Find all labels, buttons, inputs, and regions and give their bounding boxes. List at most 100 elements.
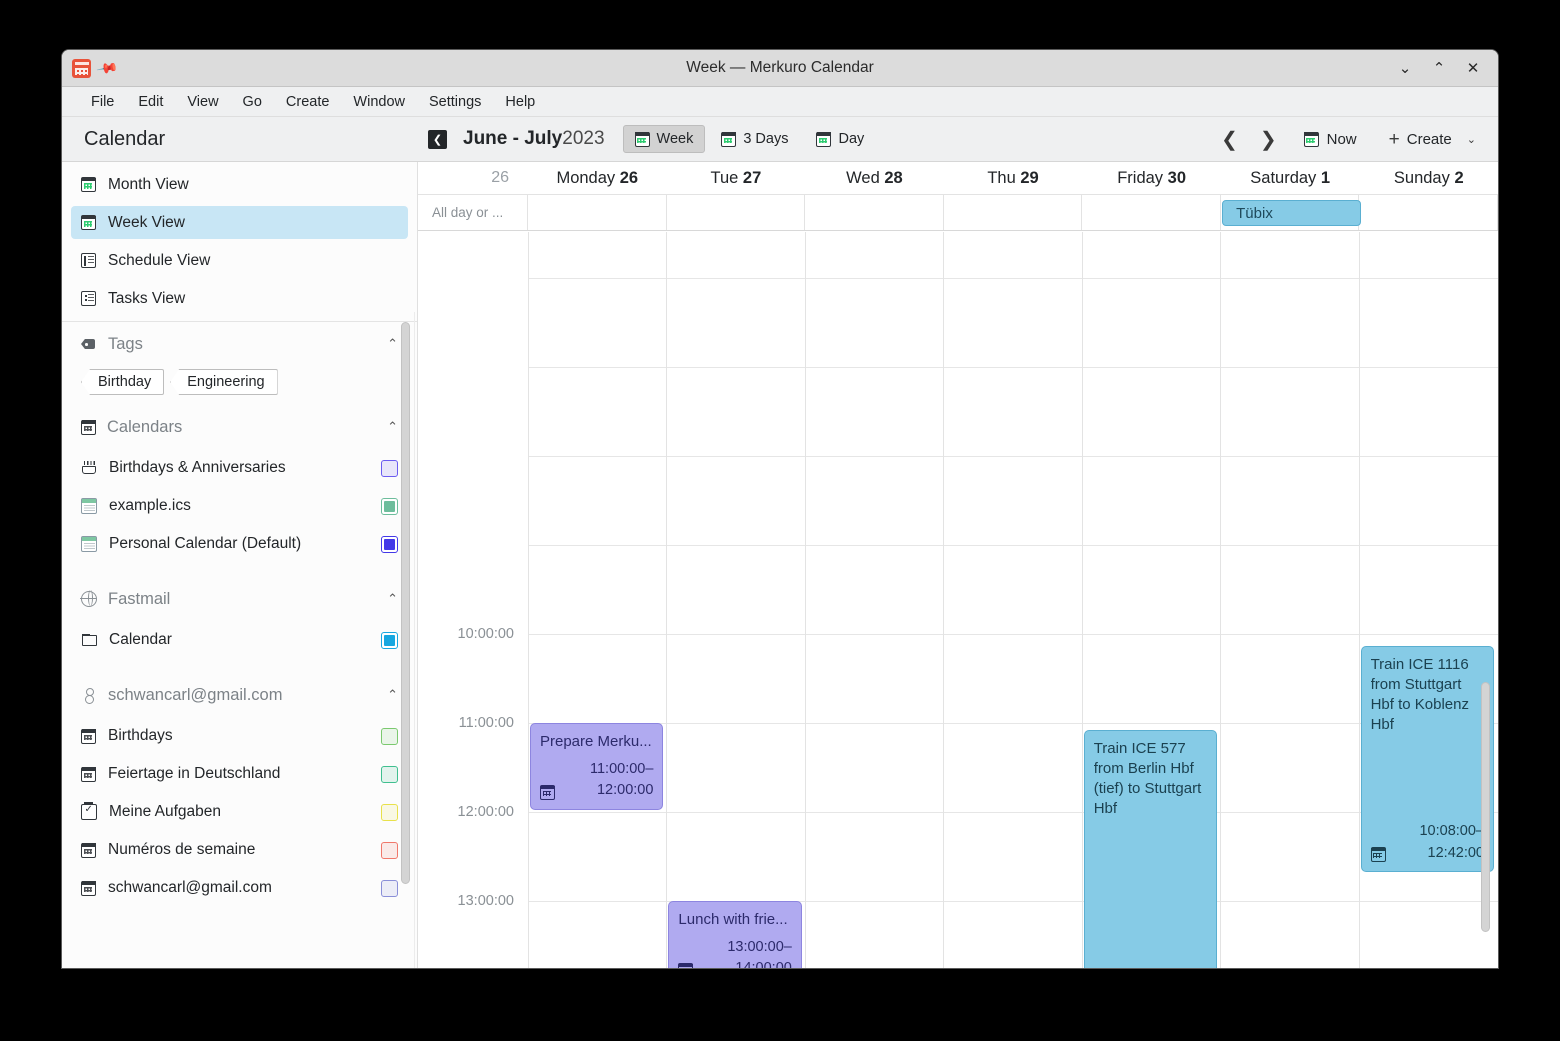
chevron-down-icon[interactable]: ⌄ (1467, 133, 1476, 146)
previous-week-button[interactable]: ❮ (1210, 125, 1249, 154)
minimize-icon[interactable]: ⌄ (1397, 61, 1413, 76)
day-number: 28 (884, 169, 902, 187)
calendar-color-swatch[interactable] (381, 728, 398, 745)
all-day-cell[interactable] (944, 195, 1083, 230)
calendar-item[interactable]: schwancarl@gmail.com (62, 869, 417, 907)
calendar-hour-grid: 10:00:0011:00:0012:00:0013:00:0014:00:00… (418, 232, 1498, 968)
menu-item-go[interactable]: Go (231, 91, 274, 113)
hour-gridline (528, 278, 1498, 279)
sidebar-item-week-view[interactable]: Week View (71, 206, 408, 239)
calendar-item[interactable]: Numéros de semaine (62, 831, 417, 869)
day-header-thu[interactable]: Thu 29 (944, 169, 1083, 188)
sidebar-item-label: Schedule View (108, 252, 210, 270)
event-title: Lunch with frie... (678, 910, 791, 930)
all-day-label: All day or ... (418, 195, 528, 230)
calendar-icon (635, 132, 650, 147)
all-day-cell[interactable] (805, 195, 944, 230)
calendar-item[interactable]: Calendar (62, 621, 417, 659)
tag-engineering[interactable]: Engineering (170, 369, 277, 395)
calendar-item[interactable]: Birthdays & Anniversaries (62, 449, 417, 487)
chevron-up-icon[interactable]: ⌃ (387, 687, 398, 703)
calendar-event[interactable]: Prepare Merku...11:00:00– 12:00:00 (530, 723, 663, 810)
next-week-button[interactable]: ❯ (1249, 125, 1288, 154)
chevron-up-icon[interactable]: ⌃ (387, 591, 398, 607)
day-name: Wed (846, 169, 884, 187)
sidebar-view-list: Month View Week View Schedule View Tasks Vi… (62, 162, 417, 315)
calendar-color-swatch[interactable] (381, 804, 398, 821)
section-header-fastmail[interactable]: Fastmail⌃ (62, 577, 417, 621)
calendar-item[interactable]: Feiertage in Deutschland (62, 755, 417, 793)
calendar-event[interactable]: Train ICE 1116 from Stuttgart Hbf to Kob… (1361, 646, 1494, 872)
calendar-color-swatch[interactable] (381, 632, 398, 649)
view-button-week[interactable]: Week (623, 125, 706, 153)
create-button[interactable]: + Create ⌄ (1381, 125, 1484, 154)
sidebar-item-month-view[interactable]: Month View (71, 168, 408, 201)
calendar-color-swatch[interactable] (381, 460, 398, 477)
close-icon[interactable]: ✕ (1465, 61, 1481, 76)
calendar-item-label: Birthdays & Anniversaries (109, 459, 286, 477)
calendar-item-label: Meine Aufgaben (109, 803, 221, 821)
day-column-divider (805, 232, 806, 968)
sidebar-item-schedule-view[interactable]: Schedule View (71, 244, 408, 277)
section-title: schwancarl@gmail.com (108, 686, 282, 705)
tag-birthday[interactable]: Birthday (81, 369, 164, 395)
menu-item-view[interactable]: View (175, 91, 230, 113)
calendar-color-swatch[interactable] (381, 498, 398, 515)
hour-gridline (528, 634, 1498, 635)
menu-item-window[interactable]: Window (341, 91, 417, 113)
calendar-item-label: Personal Calendar (Default) (109, 535, 301, 553)
all-day-cell[interactable] (1359, 195, 1498, 230)
day-header-wed[interactable]: Wed 28 (805, 169, 944, 188)
sidebar-item-tasks-view[interactable]: Tasks View (71, 282, 408, 315)
menu-item-edit[interactable]: Edit (126, 91, 175, 113)
all-day-cell[interactable] (667, 195, 806, 230)
event-footer: 13:00:00– 14:00:00 (678, 937, 791, 969)
list-bullets (85, 295, 87, 303)
section-header-calendars[interactable]: Calendars⌃ (62, 405, 417, 449)
calendar-scrollbar[interactable] (1481, 682, 1490, 932)
collapse-sidebar-button[interactable]: ❮ (428, 130, 447, 149)
calendar-item[interactable]: example.ics (62, 487, 417, 525)
calendar-item[interactable]: Personal Calendar (Default) (62, 525, 417, 563)
calendar-item-label: Feiertage in Deutschland (108, 765, 280, 783)
maximize-icon[interactable]: ⌃ (1431, 61, 1447, 76)
section-header-tags[interactable]: Tags⌃ (62, 322, 417, 366)
tasks-list-icon (81, 291, 96, 306)
section-header-schwancarl-gmail-com[interactable]: schwancarl@gmail.com ⌃ (62, 673, 417, 717)
calendar-item-label: Birthdays (108, 727, 173, 745)
hour-gridline (528, 723, 1498, 724)
calendar-color-swatch[interactable] (381, 766, 398, 783)
calendar-event[interactable]: Lunch with frie... 13:00:00– 14:00:00 (668, 901, 801, 968)
day-header-friday[interactable]: Friday 30 (1082, 169, 1221, 188)
chevron-up-icon[interactable]: ⌃ (387, 419, 398, 435)
menu-item-settings[interactable]: Settings (417, 91, 493, 113)
sidebar-scrollbar[interactable] (401, 322, 410, 884)
menu-item-file[interactable]: File (79, 91, 126, 113)
day-header-monday[interactable]: Monday 26 (528, 169, 667, 188)
day-name: Tue (710, 169, 742, 187)
day-header-tue[interactable]: Tue 27 (667, 169, 806, 188)
view-button-label: Day (838, 131, 864, 147)
all-day-cell[interactable] (1082, 195, 1221, 230)
view-button-3-days[interactable]: 3 Days (709, 125, 800, 153)
calendar-item[interactable]: Meine Aufgaben (62, 793, 417, 831)
calendar-color-swatch[interactable] (381, 842, 398, 859)
calendar-event[interactable]: Train ICE 577 from Berlin Hbf (tief) to … (1084, 730, 1217, 968)
calendar-item[interactable]: Birthdays (62, 717, 417, 755)
calendar-icon (81, 729, 96, 744)
event-time: 10:08:00– 12:42:00 (1419, 821, 1484, 865)
hour-gridline (528, 545, 1498, 546)
pin-icon[interactable]: 📌 (97, 57, 119, 78)
day-header-saturday[interactable]: Saturday 1 (1221, 169, 1360, 188)
now-button[interactable]: Now (1294, 126, 1367, 153)
view-button-day[interactable]: Day (804, 125, 876, 153)
menu-item-create[interactable]: Create (274, 91, 342, 113)
chevron-up-icon[interactable]: ⌃ (387, 336, 398, 352)
calendar-color-swatch[interactable] (381, 536, 398, 553)
day-header-sunday[interactable]: Sunday 2 (1359, 169, 1498, 188)
calendar-color-swatch[interactable] (381, 880, 398, 897)
window-controls: ⌄ ⌃ ✕ (1397, 61, 1498, 76)
menu-item-help[interactable]: Help (493, 91, 547, 113)
all-day-cell[interactable] (528, 195, 667, 230)
all-day-event[interactable]: Tübix (1222, 200, 1360, 226)
